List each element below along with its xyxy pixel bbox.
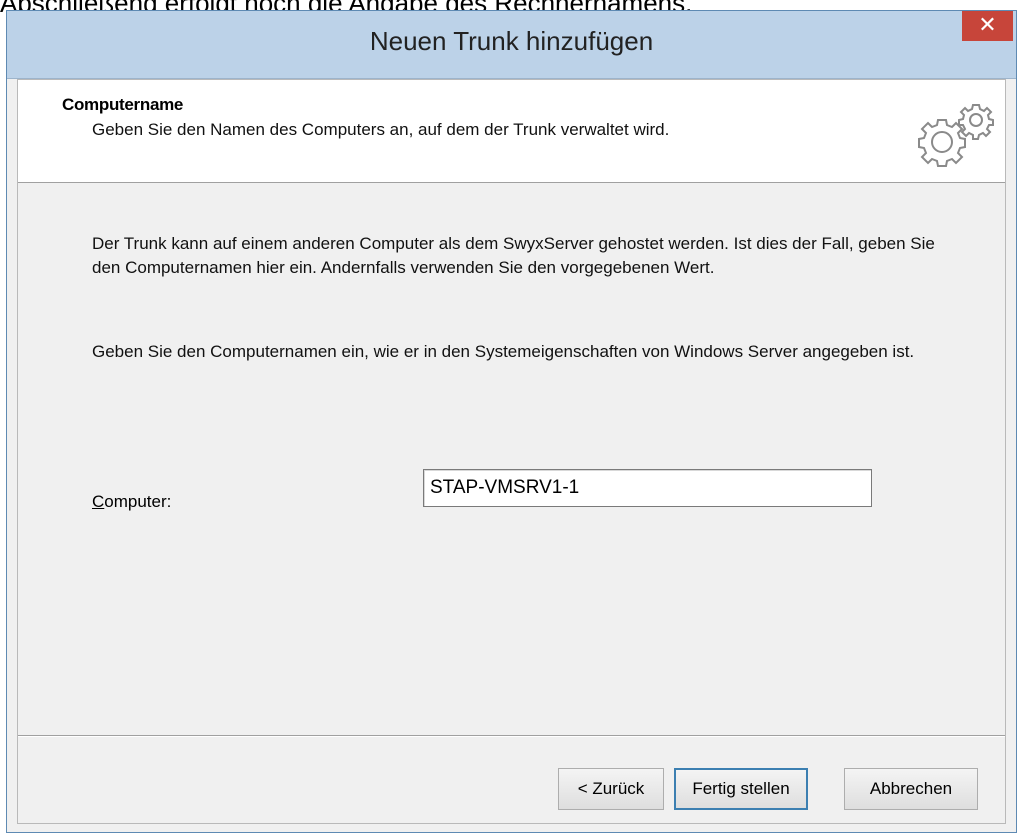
computer-label-accelerator: C [92, 492, 105, 511]
close-button[interactable]: ✕ [962, 11, 1013, 41]
gears-icon [918, 104, 994, 167]
instruction-text: Geben Sie den Computernamen ein, wie er … [92, 342, 915, 361]
page-title: Computername [62, 95, 184, 114]
finish-button[interactable]: Fertig stellen [674, 768, 808, 810]
computer-label: Computer: [92, 492, 171, 512]
computer-name-input[interactable] [423, 469, 872, 507]
header-panel: Computername Geben Sie den Namen des Com… [18, 80, 1005, 183]
description-text: Der Trunk kann auf einem anderen Compute… [92, 234, 935, 277]
wizard-window: Neuen Trunk hinzufügen ✕ Computername Ge… [6, 10, 1017, 833]
cancel-button[interactable]: Abbrechen [844, 768, 978, 810]
footer-separator [18, 735, 1005, 737]
close-icon: ✕ [978, 12, 997, 37]
window-title: Neuen Trunk hinzufügen [369, 26, 654, 56]
title-bar[interactable]: Neuen Trunk hinzufügen ✕ [7, 11, 1016, 79]
page-subtitle: Geben Sie den Namen des Computers an, au… [92, 120, 670, 139]
wizard-body: Computername Geben Sie den Namen des Com… [17, 79, 1006, 824]
computer-label-text: omputer: [104, 492, 172, 511]
back-button[interactable]: < Zurück [558, 768, 664, 810]
